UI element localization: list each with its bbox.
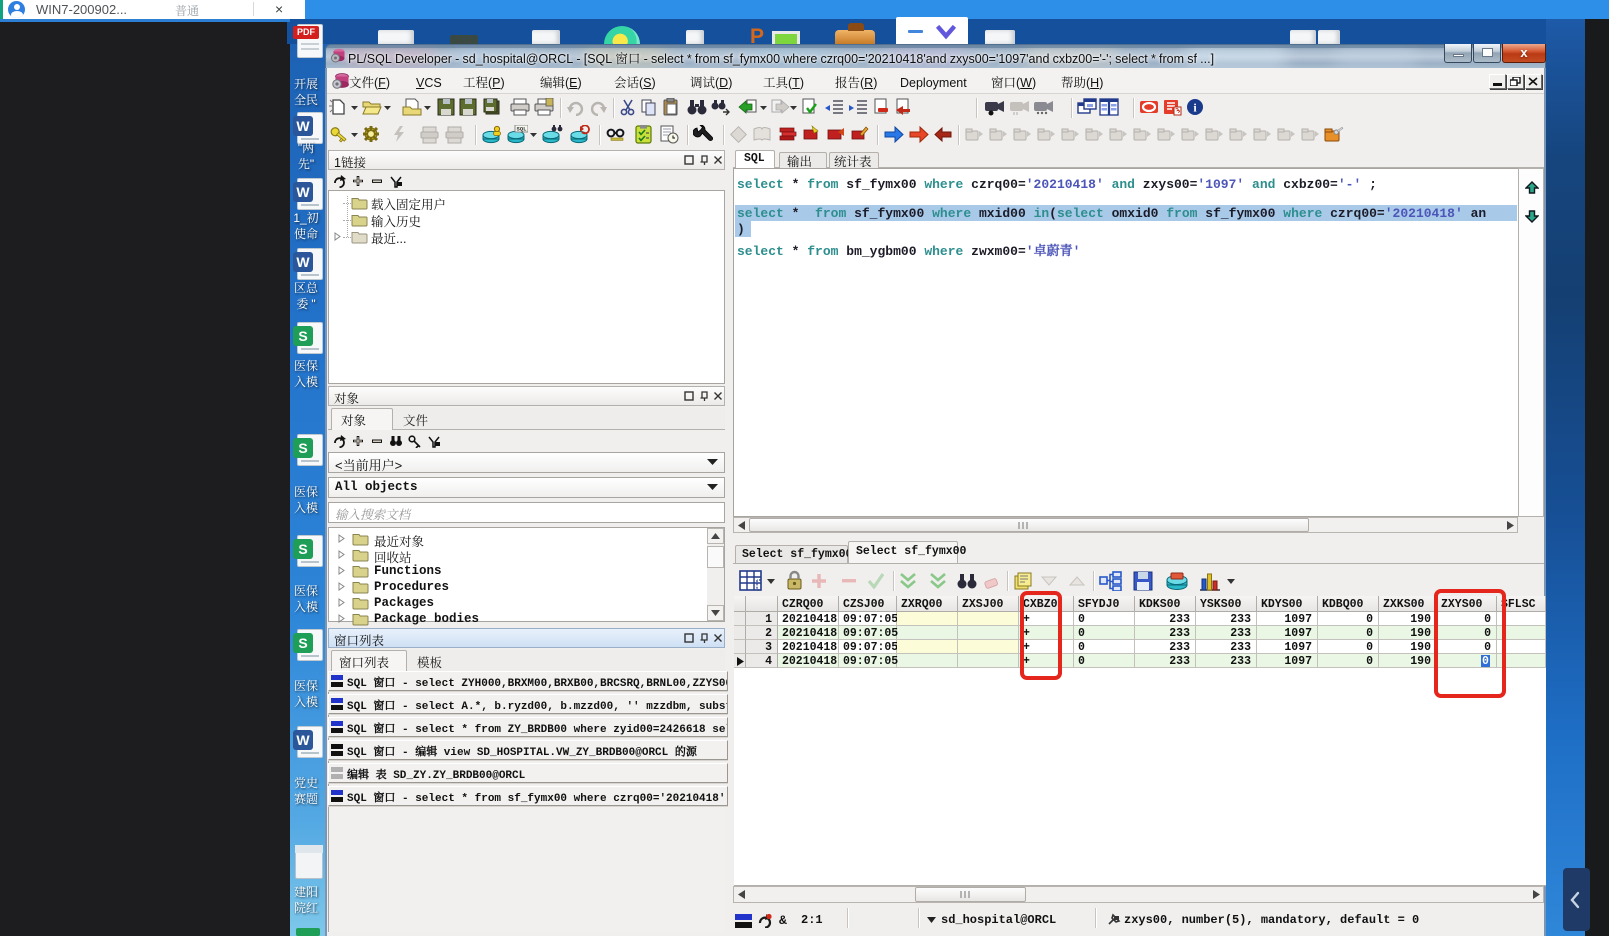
svg-text:SQL: SQL [517,126,528,133]
